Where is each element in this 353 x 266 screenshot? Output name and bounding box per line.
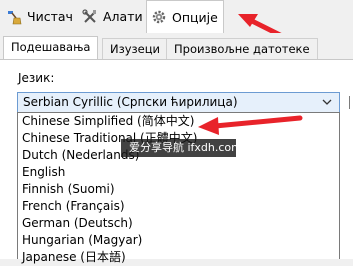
language-option[interactable]: English — [18, 164, 339, 181]
tab-cleaner[interactable]: Чистач — [2, 1, 74, 32]
tab-custom-files[interactable]: Произвољне датотеке — [166, 38, 318, 59]
language-label: Језик: — [18, 71, 55, 85]
tab-settings[interactable]: Подешавања — [3, 36, 99, 60]
language-dropdown-list: Chinese Simplified (简体中文) Chinese Tradit… — [17, 112, 340, 264]
tab-options[interactable]: Опције — [146, 0, 224, 33]
broom-icon — [6, 9, 22, 25]
language-option[interactable]: French (Français) — [18, 198, 339, 215]
language-option[interactable]: Chinese Simplified (简体中文) — [18, 113, 339, 130]
settings-panel: Језик: Serbian Cyrillic (Српски ћирилица… — [0, 59, 353, 264]
main-tab-bar: Чистач Алати Опције — [0, 0, 353, 34]
language-option[interactable]: Finnish (Suomi) — [18, 181, 339, 198]
tab-tools[interactable]: Алати — [78, 1, 143, 32]
language-option[interactable]: Hungarian (Magyar) — [18, 232, 339, 249]
chevron-down-icon — [322, 99, 332, 105]
tab-cleaner-label: Чистач — [27, 9, 73, 24]
language-select[interactable]: Serbian Cyrillic (Српски ћирилица) — [17, 92, 340, 113]
tab-tools-label: Алати — [103, 9, 143, 24]
watermark: 爱分享导航 ifxdh.com — [121, 139, 242, 157]
language-option[interactable]: German (Deutsch) — [18, 215, 339, 232]
options-subtab-bar: Подешавања Изузеци Произвољне датотеке — [0, 33, 353, 60]
language-selected-value: Serbian Cyrillic (Српски ћирилица) — [23, 95, 238, 109]
gear-icon — [151, 9, 167, 25]
tools-icon — [82, 8, 98, 25]
tab-exclusions[interactable]: Изузеци — [102, 38, 169, 59]
clipped-control-edge — [349, 96, 353, 109]
tab-options-label: Опције — [172, 9, 218, 25]
